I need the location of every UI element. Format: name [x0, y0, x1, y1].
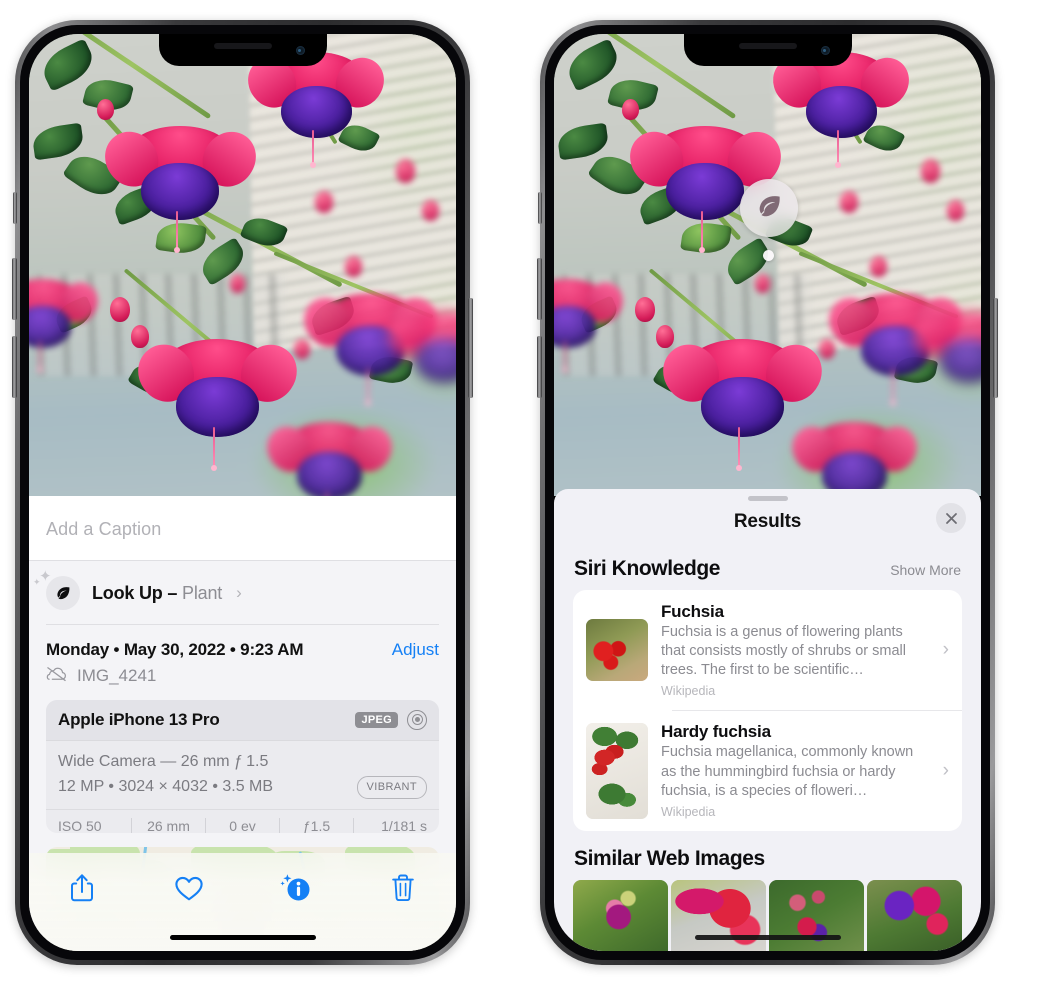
silent-switch[interactable] [13, 192, 17, 224]
result-title: Fuchsia [661, 602, 724, 621]
results-title: Results [733, 511, 802, 532]
result-description: Fuchsia magellanica, commonly known as t… [661, 744, 914, 799]
result-thumbnail [586, 722, 648, 819]
volume-down-button[interactable] [12, 336, 17, 398]
look-up-title: Look Up [92, 582, 163, 603]
home-indicator[interactable] [169, 935, 316, 940]
size-line: 12 MP • 3024 × 4032 • 3.5 MB [58, 777, 274, 795]
show-more-button[interactable]: Show More [890, 562, 961, 578]
chevron-right-icon: › [236, 583, 242, 602]
similar-web-images-strip[interactable] [554, 879, 981, 951]
stat-iso: ISO 50 [58, 817, 102, 834]
profile-badge: VIBRANT [356, 775, 427, 799]
caption-field[interactable]: Add a Caption [29, 496, 456, 561]
notch-right [683, 34, 852, 66]
leaf-icon [754, 191, 784, 226]
look-up-dash: – [167, 582, 178, 603]
photo-foreground [29, 34, 456, 496]
stat-focal: 26 mm [147, 817, 190, 834]
phone-bezel-right: Results Siri Knowledge Show More Fuchsia… [545, 25, 990, 960]
list-item[interactable]: Hardy fuchsia Fuchsia magellanica, commo… [573, 710, 962, 830]
photo-date: Monday • May 30, 2022 • 9:23 AM [46, 639, 304, 659]
chevron-right-icon: › [942, 759, 949, 781]
photo-toolbar [29, 853, 456, 951]
similar-image-item[interactable] [573, 879, 668, 951]
visual-lookup-anchor-dot [763, 250, 774, 261]
size-line-row: 12 MP • 3024 × 4032 • 3.5 MB VIBRANT [58, 775, 427, 800]
similar-web-images-title: Similar Web Images [574, 846, 765, 870]
volume-down-button[interactable] [537, 336, 542, 398]
share-button[interactable] [60, 866, 104, 910]
power-button[interactable] [468, 298, 473, 398]
stat-shutter: 1/181 s [381, 817, 427, 834]
screen-left: Add a Caption ✦ ✦ Look Up – Plant › Mond… [29, 34, 456, 951]
look-up-row[interactable]: ✦ ✦ Look Up – Plant › [29, 561, 456, 624]
exif-header-badges: JPEG [355, 709, 427, 730]
close-icon[interactable] [936, 503, 966, 533]
front-camera [295, 46, 305, 55]
file-name: IMG_4241 [77, 666, 157, 686]
stat-ev: 0 ev [229, 817, 256, 834]
result-description: Fuchsia is a genus of flowering plants t… [661, 624, 906, 679]
screen-right: Results Siri Knowledge Show More Fuchsia… [554, 34, 981, 951]
result-source: Wikipedia [661, 804, 716, 819]
photo-info-sheet: Add a Caption ✦ ✦ Look Up – Plant › Mond… [29, 496, 456, 951]
home-indicator[interactable] [694, 935, 841, 940]
results-sheet: Results Siri Knowledge Show More Fuchsia… [554, 489, 981, 951]
front-camera [820, 46, 830, 55]
photo-viewer[interactable] [554, 34, 981, 496]
siri-knowledge-title: Siri Knowledge [574, 557, 721, 580]
delete-button[interactable] [381, 866, 425, 910]
look-up-label: Look Up – Plant [92, 583, 222, 604]
stat-aperture: ƒ1.5 [302, 817, 331, 834]
similar-image-item[interactable] [769, 879, 864, 951]
result-text: Hardy fuchsia Fuchsia magellanica, commo… [661, 722, 928, 818]
photo-foreground [554, 34, 981, 496]
adjust-button[interactable]: Adjust [392, 640, 439, 660]
file-row: IMG_4241 [29, 662, 456, 700]
date-row: Monday • May 30, 2022 • 9:23 AM Adjust [29, 625, 456, 662]
exif-body: Wide Camera — 26 mm ƒ 1.5 12 MP • 3024 ×… [46, 741, 439, 809]
lens-line: Wide Camera — 26 mm ƒ 1.5 [58, 752, 269, 770]
result-source: Wikipedia [661, 684, 716, 699]
raw-circle-icon [407, 709, 427, 730]
iphone-right: Results Siri Knowledge Show More Fuchsia… [537, 20, 998, 965]
results-header: Results [554, 501, 981, 545]
notch-left [158, 34, 327, 66]
earpiece-speaker [738, 43, 797, 49]
volume-up-button[interactable] [537, 258, 542, 320]
favorite-button[interactable] [167, 866, 211, 910]
caption-placeholder: Add a Caption [46, 519, 162, 539]
device-name: Apple iPhone 13 Pro [58, 709, 220, 729]
chevron-right-icon: › [942, 639, 949, 661]
result-thumbnail [586, 619, 648, 682]
result-title: Hardy fuchsia [661, 722, 771, 742]
iphone-left: Add a Caption ✦ ✦ Look Up – Plant › Mond… [12, 20, 473, 965]
info-button[interactable] [274, 866, 318, 910]
siri-knowledge-card: Fuchsia Fuchsia is a genus of flowering … [573, 590, 962, 831]
volume-up-button[interactable] [12, 258, 17, 320]
photo-viewer[interactable] [29, 34, 456, 496]
look-up-subject: Plant [182, 582, 223, 603]
exif-stats: ISO 50 26 mm 0 ev ƒ1.5 1/181 s [46, 808, 439, 834]
power-button[interactable] [993, 298, 998, 398]
phone-bezel-left: Add a Caption ✦ ✦ Look Up – Plant › Mond… [20, 25, 465, 960]
result-text: Fuchsia Fuchsia is a genus of flowering … [661, 602, 928, 698]
similar-image-item[interactable] [867, 879, 962, 951]
earpiece-speaker [213, 43, 272, 49]
list-item[interactable]: Fuchsia Fuchsia is a genus of flowering … [573, 590, 962, 710]
cloud-slash-icon [46, 666, 68, 687]
exif-header: Apple iPhone 13 Pro JPEG [46, 699, 439, 741]
leaf-icon: ✦ ✦ [33, 569, 80, 610]
similar-image-item[interactable] [671, 879, 766, 951]
screenshot-root: Add a Caption ✦ ✦ Look Up – Plant › Mond… [0, 0, 1055, 985]
silent-switch[interactable] [538, 192, 542, 224]
exif-card: Apple iPhone 13 Pro JPEG Wide Camera — 2… [46, 699, 439, 834]
visual-lookup-badge[interactable] [740, 179, 798, 237]
siri-knowledge-header: Siri Knowledge Show More [554, 545, 981, 590]
sparkle-small-icon: ✦ [33, 577, 41, 587]
format-badge: JPEG [355, 711, 398, 728]
